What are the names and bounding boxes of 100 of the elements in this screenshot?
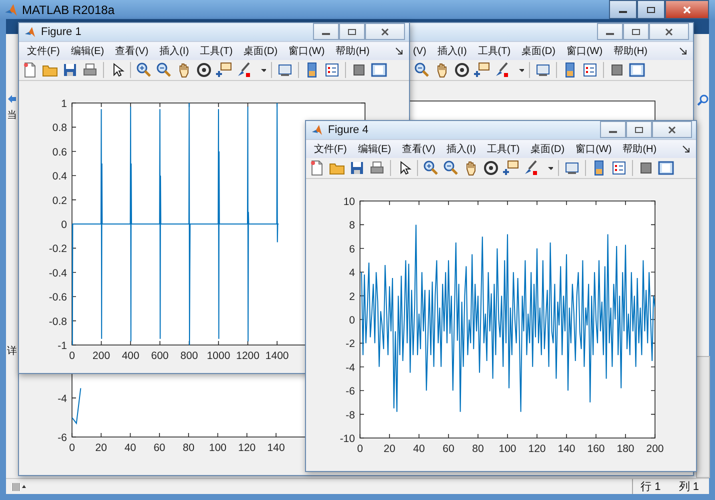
tick-label: 200 [92, 350, 110, 362]
menu-item[interactable]: 查看(V) [115, 44, 148, 58]
menu-item[interactable]: 帮助(H) [336, 44, 370, 58]
data-cursor-icon[interactable] [503, 160, 519, 176]
zoom-out-icon[interactable] [156, 62, 172, 78]
legend-icon[interactable] [582, 62, 598, 78]
maximize-button[interactable] [339, 23, 365, 40]
new-file-icon[interactable] [309, 160, 325, 176]
menu-item[interactable]: 工具(T) [478, 44, 511, 58]
dock-icon[interactable] [679, 47, 687, 55]
data-cursor-icon[interactable] [216, 62, 232, 78]
column-indicator: 列 1 [678, 480, 699, 494]
menu-item[interactable]: 窗口(W) [576, 142, 612, 156]
menu-item[interactable]: 窗口(W) [288, 44, 325, 58]
rotate-icon[interactable] [196, 62, 212, 78]
menu-item[interactable]: 桌面(D) [530, 142, 565, 156]
link-icon[interactable] [564, 160, 580, 176]
menu-item[interactable]: 查看(V) [402, 142, 436, 156]
printer-icon[interactable] [369, 160, 385, 176]
tick-label: -6 [346, 386, 355, 398]
close-button[interactable] [665, 0, 709, 19]
tick-label: 140 [267, 442, 285, 454]
tick-label: 1200 [236, 350, 260, 362]
close-button[interactable] [365, 23, 405, 40]
tick-label: 40 [124, 442, 136, 454]
tick-label: 0.4 [52, 170, 67, 183]
brush-icon[interactable] [494, 62, 510, 78]
brush-icon[interactable] [523, 160, 539, 176]
zoom-out-icon[interactable] [443, 160, 459, 176]
link-icon[interactable] [277, 62, 293, 78]
menu-item[interactable]: (V) [413, 46, 426, 56]
tick-label: -8 [346, 409, 355, 422]
menu-item[interactable]: 编辑(E) [70, 44, 104, 58]
matlab-logo-icon [311, 124, 323, 136]
maximize-button[interactable] [623, 23, 649, 40]
tick-label: 120 [238, 442, 256, 454]
menu-item[interactable]: 文件(F) [27, 44, 60, 58]
panel-label: 详 [7, 344, 17, 358]
close-button[interactable] [649, 23, 689, 40]
tick-label: 600 [151, 350, 169, 362]
tick-label: 400 [122, 350, 140, 362]
scrollbar[interactable] [696, 356, 710, 478]
search-icon[interactable] [697, 94, 709, 106]
hide-tools-icon[interactable] [609, 62, 625, 78]
tick-label: 200 [646, 443, 664, 455]
tick-label: 160 [587, 443, 605, 455]
tick-label: 1 [61, 98, 67, 110]
data-cursor-icon[interactable] [474, 62, 490, 78]
tick-label: -10 [340, 433, 355, 445]
maximize-button[interactable] [626, 121, 652, 138]
tick-label: 0 [69, 350, 75, 362]
tick-label: 80 [472, 443, 484, 455]
menu-item[interactable]: 编辑(E) [358, 142, 392, 156]
menu-item[interactable]: 工具(T) [200, 44, 233, 58]
save-icon[interactable] [62, 62, 78, 78]
menu-item[interactable]: 插入(I) [446, 142, 476, 156]
brush-icon[interactable] [236, 62, 252, 78]
rotate-icon[interactable] [483, 160, 499, 176]
menu-item[interactable]: 桌面(D) [244, 44, 278, 58]
tick-label: 140 [558, 443, 576, 455]
tick-label: -6 [58, 432, 67, 444]
new-file-icon[interactable] [22, 62, 38, 78]
menu-item[interactable]: 文件(F) [314, 142, 347, 156]
minimize-button[interactable] [597, 23, 623, 40]
zoom-out-icon[interactable] [414, 62, 430, 78]
link-icon[interactable] [535, 62, 551, 78]
show-tools-icon[interactable] [629, 62, 645, 78]
data-line [72, 388, 82, 425]
menu-item[interactable]: 插入(I) [437, 44, 467, 58]
rotate-icon[interactable] [454, 62, 470, 78]
zoom-in-icon[interactable] [423, 160, 439, 176]
tick-label: -4 [346, 362, 355, 374]
grip-icon[interactable] [12, 482, 26, 492]
minimize-button[interactable] [313, 23, 339, 40]
dock-icon[interactable] [682, 145, 690, 153]
maximize-icon [646, 6, 656, 14]
menu-item[interactable]: 窗口(W) [566, 44, 603, 58]
maximize-button[interactable] [637, 0, 665, 19]
legend-icon[interactable] [324, 62, 340, 78]
menu-item[interactable]: 工具(T) [486, 142, 520, 156]
show-tools-icon[interactable] [371, 62, 387, 78]
save-icon[interactable] [349, 160, 365, 176]
zoom-in-icon[interactable] [136, 62, 152, 78]
tick-label: 80 [182, 442, 194, 454]
dock-icon[interactable] [395, 47, 403, 55]
hide-tools-icon[interactable] [351, 62, 367, 78]
minimize-button[interactable] [609, 0, 637, 19]
minimize-button[interactable] [600, 121, 626, 138]
tick-label: 1000 [206, 350, 230, 362]
show-tools-icon[interactable] [658, 160, 674, 176]
tick-label: 800 [180, 350, 198, 362]
printer-icon[interactable] [82, 62, 98, 78]
menu-item[interactable]: 帮助(H) [622, 142, 657, 156]
back-arrow-icon[interactable] [7, 94, 17, 104]
legend-icon[interactable] [611, 160, 627, 176]
menu-item[interactable]: 帮助(H) [614, 44, 648, 58]
hide-tools-icon[interactable] [638, 160, 654, 176]
menu-item[interactable]: 插入(I) [159, 44, 189, 58]
close-button[interactable] [652, 121, 692, 138]
menu-item[interactable]: 桌面(D) [522, 44, 556, 58]
